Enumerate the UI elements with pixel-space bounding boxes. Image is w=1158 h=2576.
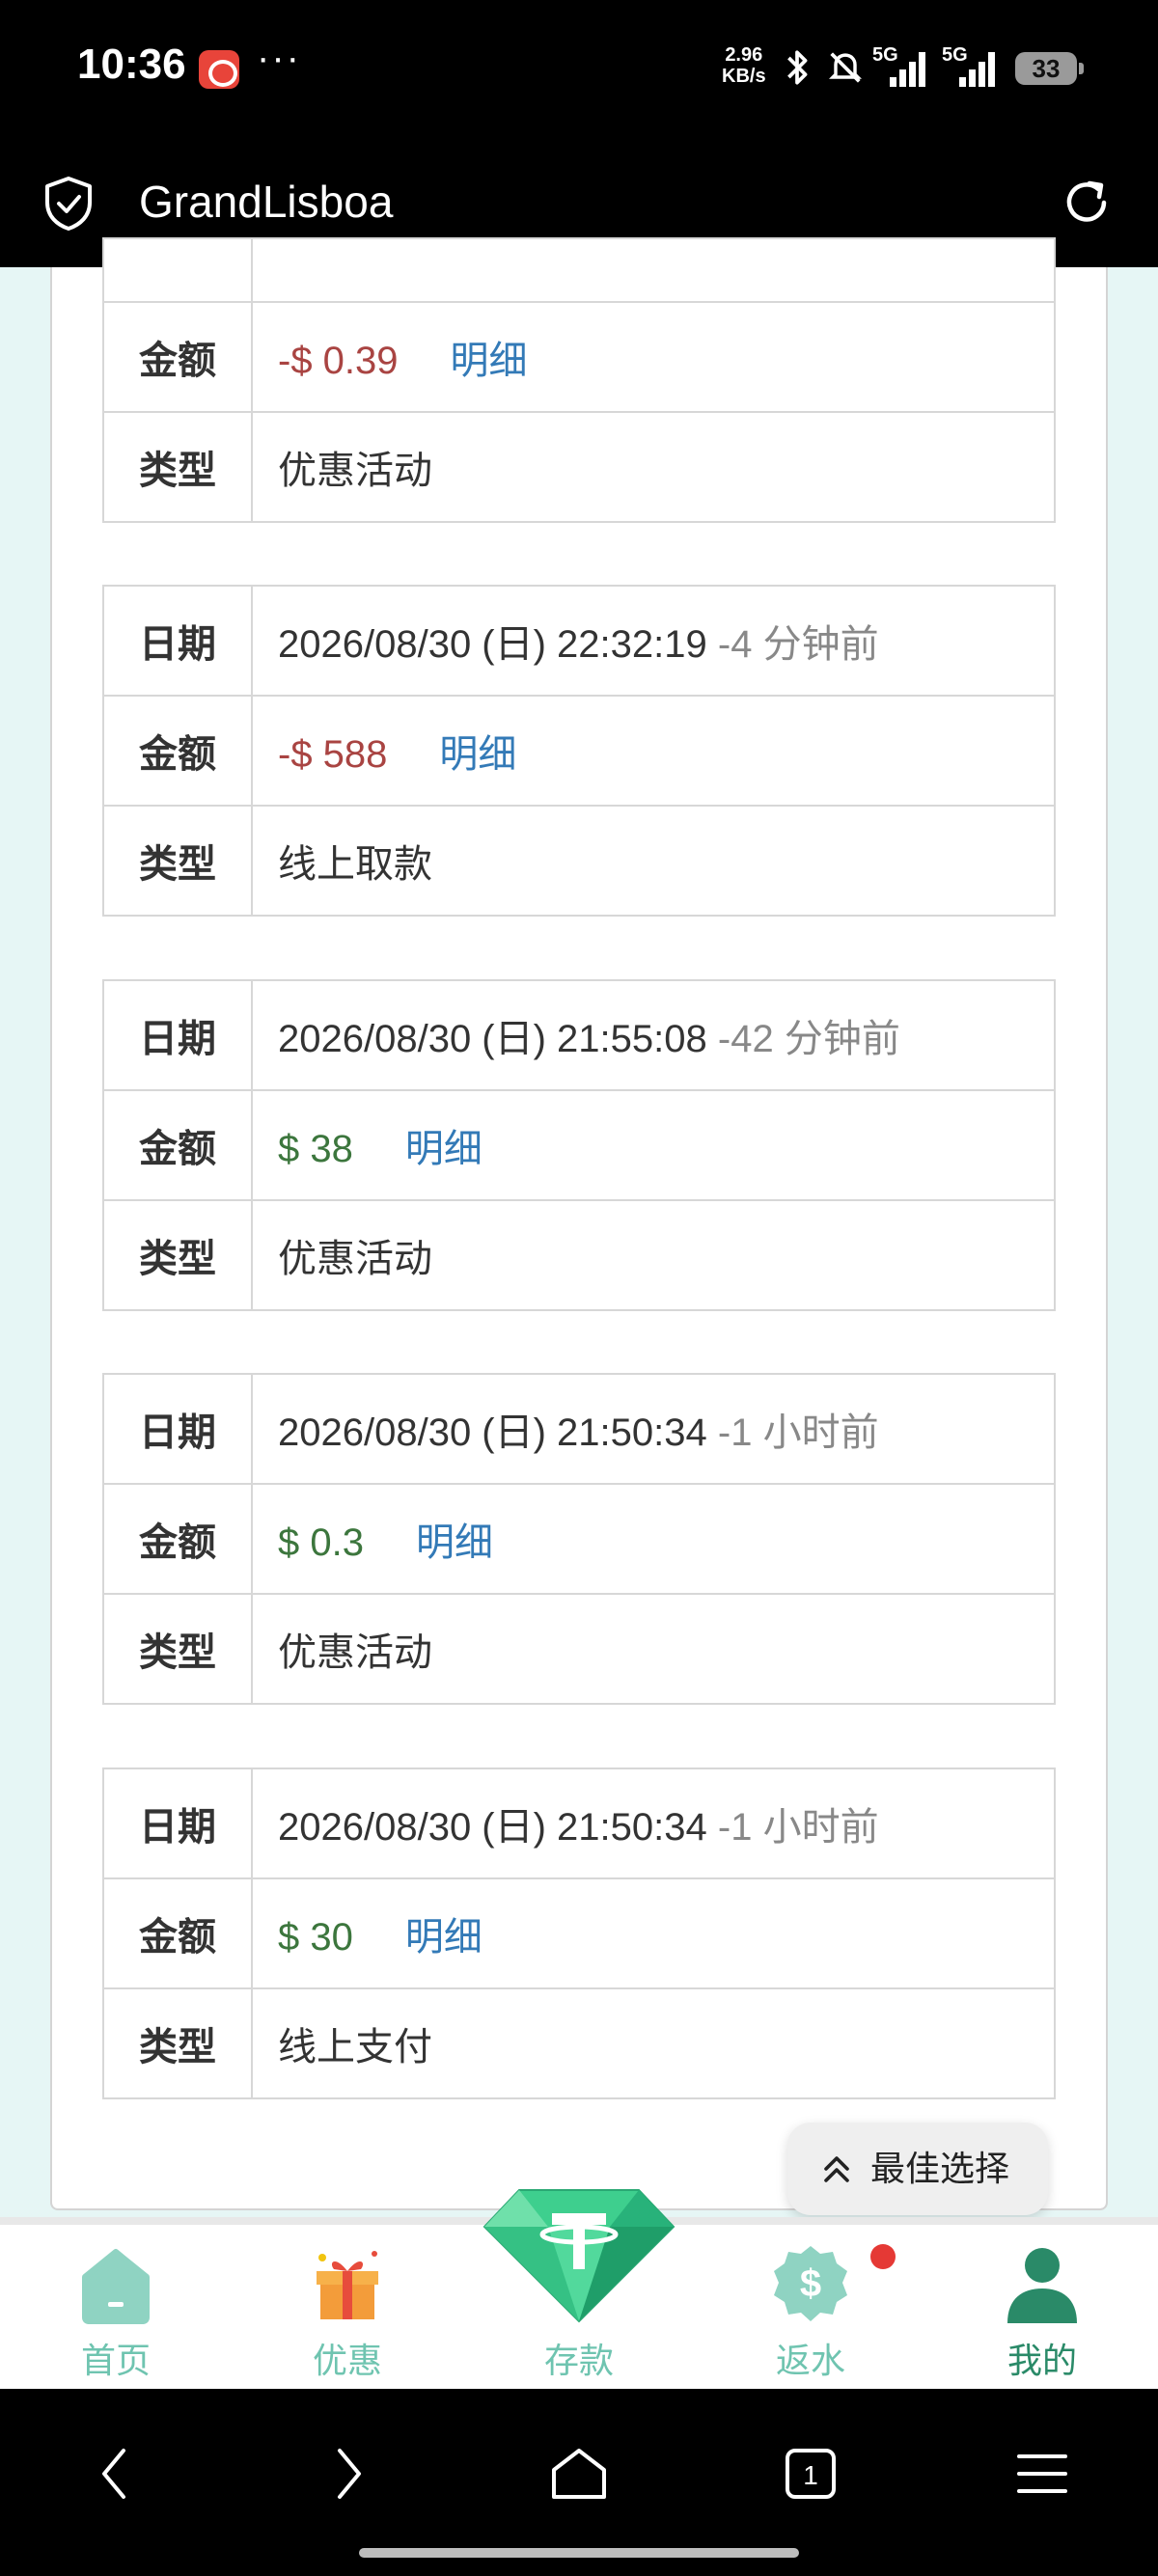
type-value: 线上取款 bbox=[251, 805, 1056, 917]
amount-label: 金额 bbox=[102, 695, 253, 807]
status-bar: 10:36 ··· 2.96 KB/s 5G 5G 33 bbox=[0, 0, 1158, 135]
mute-bell-icon bbox=[829, 52, 862, 83]
date-value: 2026/08/30 (日) 21:50:34 bbox=[278, 1411, 707, 1454]
type-value: 线上支付 bbox=[251, 1987, 1056, 2099]
gift-icon bbox=[317, 2251, 378, 2319]
type-label: 类型 bbox=[102, 1987, 253, 2099]
record-row-type: 类型 优惠活动 bbox=[102, 1593, 1056, 1705]
tab-home[interactable]: 首页 bbox=[0, 2225, 232, 2389]
record-row-type: 类型 优惠活动 bbox=[102, 411, 1056, 523]
transaction-record: 日期 2026/08/30 (日) 21:50:34 -1 小时前 金额 $ 3… bbox=[102, 1768, 1056, 2099]
record-row-amount: 金额 -$ 588 明细 bbox=[102, 695, 1056, 807]
record-row-amount: 金额 -$ 0.39 明细 bbox=[102, 301, 1056, 413]
detail-link[interactable]: 明细 bbox=[405, 1916, 482, 1959]
amount-label: 金额 bbox=[102, 1483, 253, 1595]
record-row-date: 日期 2026/08/30 (日) 21:50:34 -1 小时前 bbox=[102, 1768, 1056, 1879]
amount-label: 金额 bbox=[102, 1089, 253, 1201]
amount-value: $ 30 bbox=[278, 1916, 353, 1959]
type-label: 类型 bbox=[102, 805, 253, 917]
transaction-record: 日期 2026/08/30 (日) 22:32:19 -4 分钟前 金额 -$ … bbox=[102, 585, 1056, 917]
type-label: 类型 bbox=[102, 1593, 253, 1705]
home-nav-icon[interactable] bbox=[544, 2439, 614, 2508]
bottom-tab-bar: 首页 优惠 存款 $ 返水 我的 bbox=[0, 2189, 1158, 2389]
record-row-date: 日期 2026/08/30 (日) 21:55:08 -42 分钟前 bbox=[102, 979, 1056, 1091]
network-speed-unit: KB/s bbox=[722, 66, 766, 87]
type-value: 优惠活动 bbox=[251, 1593, 1056, 1705]
record-row-date: 日期 2026/08/30 (日) 21:50:34 -1 小时前 bbox=[102, 1373, 1056, 1485]
record-row-amount: 金额 $ 30 明细 bbox=[102, 1877, 1056, 1989]
record-row-type: 类型 优惠活动 bbox=[102, 1199, 1056, 1311]
record-row-amount: 金额 $ 38 明细 bbox=[102, 1089, 1056, 1201]
svg-text:1: 1 bbox=[803, 2460, 818, 2490]
back-icon[interactable] bbox=[81, 2439, 151, 2508]
time-ago: -1 小时前 bbox=[717, 1411, 879, 1454]
detail-link[interactable]: 明细 bbox=[439, 733, 516, 776]
record-row-type: 类型 线上取款 bbox=[102, 805, 1056, 917]
record-row-date: 日期 2026/08/30 (日) 22:32:19 -4 分钟前 bbox=[102, 585, 1056, 697]
tab-deposit[interactable]: 存款 bbox=[463, 2189, 695, 2389]
tab-deposit-label: 存款 bbox=[543, 2341, 614, 2380]
amount-value: $ 38 bbox=[278, 1128, 353, 1170]
record-row-date bbox=[102, 237, 1056, 303]
amount-value: -$ 588 bbox=[278, 733, 388, 776]
forward-icon[interactable] bbox=[313, 2439, 382, 2508]
amount-label: 金额 bbox=[102, 301, 253, 413]
status-time: 10:36 bbox=[77, 41, 186, 88]
notification-dot bbox=[870, 2244, 896, 2269]
home-icon bbox=[82, 2249, 150, 2324]
page-title: GrandLisboa bbox=[139, 177, 394, 227]
date-label: 日期 bbox=[102, 1373, 253, 1485]
security-shield-icon[interactable] bbox=[42, 176, 95, 232]
type-label: 类型 bbox=[102, 1199, 253, 1311]
amount-value: $ 0.3 bbox=[278, 1521, 364, 1564]
date-label: 日期 bbox=[102, 585, 253, 697]
menu-icon[interactable] bbox=[1007, 2439, 1077, 2508]
diamond-tether-icon bbox=[482, 2189, 676, 2323]
best-choice-label: 最佳选择 bbox=[870, 2149, 1010, 2188]
amount-value: -$ 0.39 bbox=[278, 340, 399, 382]
app-notification-icon bbox=[199, 50, 239, 89]
network-speed: 2.96 KB/s bbox=[722, 44, 766, 87]
date-label: 日期 bbox=[102, 979, 253, 1091]
svg-text:$: $ bbox=[800, 2262, 821, 2305]
tabs-count-icon[interactable]: 1 bbox=[776, 2439, 845, 2508]
battery-indicator: 33 bbox=[1015, 52, 1084, 85]
date-value: 2026/08/30 (日) 21:50:34 bbox=[278, 1806, 707, 1849]
dollar-badge-icon: $ bbox=[774, 2246, 847, 2321]
record-row-type: 类型 线上支付 bbox=[102, 1987, 1056, 2099]
tab-promotions[interactable]: 优惠 bbox=[232, 2225, 463, 2389]
transaction-record: 日期 2026/08/30 (日) 21:55:08 -42 分钟前 金额 $ … bbox=[102, 979, 1056, 1311]
amount-label: 金额 bbox=[102, 1877, 253, 1989]
record-row-amount: 金额 $ 0.3 明细 bbox=[102, 1483, 1056, 1595]
time-ago: -1 小时前 bbox=[717, 1806, 879, 1849]
transaction-record: 金额 -$ 0.39 明细 类型 优惠活动 bbox=[102, 237, 1056, 523]
double-chevron-up-icon bbox=[824, 2156, 849, 2182]
detail-link[interactable]: 明细 bbox=[416, 1521, 493, 1564]
type-value: 优惠活动 bbox=[251, 411, 1056, 523]
reload-icon[interactable] bbox=[1058, 174, 1116, 232]
type-label: 类型 bbox=[102, 411, 253, 523]
network-speed-value: 2.96 bbox=[725, 44, 763, 66]
detail-link[interactable]: 明细 bbox=[451, 340, 528, 382]
signal-strength-2-icon bbox=[955, 48, 1004, 87]
tab-home-label: 首页 bbox=[80, 2341, 151, 2380]
user-profile-icon bbox=[1007, 2248, 1077, 2323]
gesture-home-bar[interactable] bbox=[359, 2548, 799, 2558]
signal-strength-1-icon bbox=[886, 48, 934, 87]
tab-promotions-label: 优惠 bbox=[312, 2341, 382, 2380]
transaction-record: 日期 2026/08/30 (日) 21:50:34 -1 小时前 金额 $ 0… bbox=[102, 1373, 1056, 1705]
date-value: 2026/08/30 (日) 21:55:08 bbox=[278, 1018, 707, 1060]
tab-rebate-label: 返水 bbox=[775, 2341, 845, 2380]
tab-profile[interactable]: 我的 bbox=[926, 2225, 1158, 2389]
more-notifications-icon: ··· bbox=[257, 37, 301, 79]
tab-profile-label: 我的 bbox=[1006, 2341, 1077, 2380]
time-ago: -4 分钟前 bbox=[717, 623, 879, 666]
date-label: 日期 bbox=[102, 1768, 253, 1879]
time-ago: -42 分钟前 bbox=[717, 1018, 900, 1060]
bluetooth-icon bbox=[787, 50, 808, 85]
best-choice-button[interactable]: 最佳选择 bbox=[787, 2123, 1048, 2215]
date-value: 2026/08/30 (日) 22:32:19 bbox=[278, 623, 707, 666]
type-value: 优惠活动 bbox=[251, 1199, 1056, 1311]
detail-link[interactable]: 明细 bbox=[405, 1128, 482, 1170]
